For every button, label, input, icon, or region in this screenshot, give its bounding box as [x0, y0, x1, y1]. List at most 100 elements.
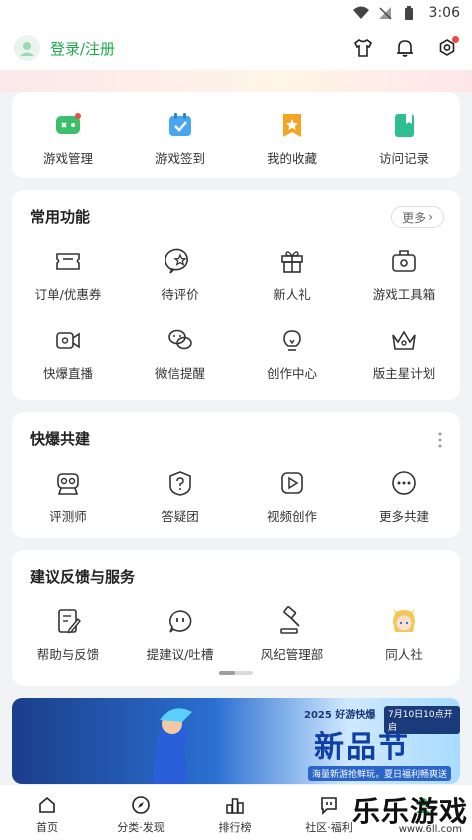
- promo-tag: 2025 好游快爆: [304, 710, 376, 721]
- nav-label: 社区·福利: [305, 821, 353, 834]
- nav-ranking[interactable]: 排行榜: [188, 785, 282, 840]
- function-creator-center[interactable]: 创作中心: [236, 325, 348, 382]
- bell-icon: [397, 40, 413, 57]
- header-banner-strip: [0, 70, 472, 92]
- quick-action-history[interactable]: 访问记录: [348, 110, 460, 167]
- function-label: 待评价: [161, 287, 199, 302]
- quick-action-label: 访问记录: [378, 151, 429, 166]
- rating-icon: [165, 248, 188, 274]
- quick-action-label: 游戏签到: [154, 151, 205, 166]
- cobuild-label: 评测师: [49, 509, 87, 524]
- quick-action-checkin[interactable]: 游戏签到: [124, 110, 236, 167]
- function-live-stream[interactable]: 快爆直播: [12, 325, 124, 382]
- chevron-right-icon: ›: [428, 210, 433, 224]
- promo-headline: 新品节: [314, 730, 410, 765]
- clock: 3:06: [428, 5, 460, 21]
- anime-avatar-icon: [393, 609, 415, 632]
- notification-button[interactable]: [394, 37, 416, 59]
- suggest-chat-icon: [169, 610, 192, 633]
- function-label: 微信提醒: [154, 366, 205, 381]
- crown-icon: [392, 330, 416, 350]
- quick-actions-card: 游戏管理 游戏签到 我的收藏 访问记录: [12, 92, 460, 178]
- gift-icon: [281, 251, 303, 273]
- function-wechat-reminder[interactable]: 微信提醒: [124, 325, 236, 382]
- wechat-icon: [168, 329, 192, 350]
- book-icon: [395, 114, 414, 137]
- function-label: 创作中心: [266, 366, 317, 381]
- login-register-link[interactable]: 登录/注册: [50, 38, 115, 59]
- settings-button[interactable]: [436, 36, 459, 59]
- nav-home[interactable]: 首页: [0, 785, 94, 840]
- function-label: 订单/优惠券: [34, 287, 102, 302]
- function-label: 快爆直播: [42, 366, 93, 381]
- function-pending-review[interactable]: 待评价: [124, 246, 236, 303]
- header: 登录/注册: [0, 26, 472, 70]
- more-dots-icon: [392, 471, 416, 495]
- reviewer-icon: [57, 473, 79, 495]
- cobuild-label: 答疑团: [161, 509, 199, 524]
- function-moderator-plan[interactable]: 版主星计划: [348, 325, 460, 382]
- live-camera-icon: [56, 332, 80, 349]
- cobuild-more[interactable]: 更多共建: [348, 468, 460, 525]
- feedback-discipline[interactable]: 风纪管理部: [236, 606, 348, 663]
- common-functions-card: 常用功能 更多 › 订单/优惠券 待评价 新人礼 游戏工具箱 快爆直播 微信提醒: [12, 190, 460, 400]
- promo-subline: 海量新游抢鲜玩，夏日福利畅爽送: [308, 766, 452, 781]
- nav-label: 分类·发现: [117, 821, 165, 834]
- toolbox-icon: [392, 250, 416, 272]
- community-icon: [321, 797, 337, 815]
- gamepad-icon: [56, 113, 81, 134]
- compass-icon: [132, 796, 150, 814]
- notification-badge: [452, 36, 459, 43]
- feedback-services-card: 建议反馈与服务 帮助与反馈 提建议/吐槽 风纪管理部 同人社: [12, 550, 460, 686]
- more-button[interactable]: 更多 ›: [391, 206, 444, 228]
- function-newbie-gift[interactable]: 新人礼: [236, 246, 348, 303]
- default-avatar-icon: [20, 42, 34, 56]
- page-indicator: [219, 671, 253, 675]
- quick-action-label: 我的收藏: [266, 151, 317, 166]
- quick-action-label: 游戏管理: [42, 151, 93, 166]
- tshirt-icon: [353, 39, 373, 57]
- coupon-icon: [56, 253, 80, 270]
- home-icon: [39, 796, 55, 813]
- signal-off-icon: [378, 7, 392, 20]
- feedback-fan-club[interactable]: 同人社: [348, 606, 460, 663]
- feedback-suggest[interactable]: 提建议/吐槽: [124, 606, 236, 663]
- feedback-label: 同人社: [385, 647, 423, 662]
- skin-button[interactable]: [352, 37, 374, 59]
- star-bookmark-icon: [283, 114, 301, 137]
- more-vertical-icon[interactable]: [438, 432, 442, 448]
- ranking-icon: [226, 798, 244, 814]
- nav-label: 排行榜: [218, 821, 252, 834]
- function-orders[interactable]: 订单/优惠券: [12, 246, 124, 303]
- gavel-icon: [280, 606, 300, 634]
- cobuild-label: 更多共建: [378, 509, 429, 524]
- nav-label: 首页: [36, 821, 58, 834]
- avatar[interactable]: [14, 35, 40, 61]
- quick-action-game-manage[interactable]: 游戏管理: [12, 110, 124, 167]
- battery-icon: [404, 6, 413, 20]
- function-label: 版主星计划: [372, 366, 436, 381]
- cobuild-reviewer[interactable]: 评测师: [12, 468, 124, 525]
- more-label: 更多: [402, 210, 427, 225]
- section-title: 常用功能: [30, 208, 91, 226]
- cobuild-video-creation[interactable]: 视频创作: [236, 468, 348, 525]
- section-title: 建议反馈与服务: [30, 568, 136, 586]
- quick-action-favorites[interactable]: 我的收藏: [236, 110, 348, 167]
- nav-discover[interactable]: 分类·发现: [94, 785, 188, 840]
- status-bar: 3:06: [0, 0, 472, 26]
- calendar-check-icon: [169, 113, 191, 136]
- watermark-url: www.6ll.com: [398, 824, 462, 835]
- cobuild-qa-team[interactable]: 答疑团: [124, 468, 236, 525]
- function-label: 游戏工具箱: [372, 287, 436, 302]
- section-title: 快爆共建: [30, 430, 91, 448]
- co-build-card: 快爆共建 评测师 答疑团 视频创作 更多共建: [12, 412, 460, 538]
- feedback-help[interactable]: 帮助与反馈: [12, 606, 124, 663]
- help-edit-icon: [58, 609, 81, 634]
- feedback-label: 风纪管理部: [260, 647, 324, 662]
- bulb-icon: [283, 330, 301, 351]
- function-game-toolbox[interactable]: 游戏工具箱: [348, 246, 460, 303]
- cobuild-label: 视频创作: [266, 509, 317, 524]
- feedback-label: 提建议/吐槽: [146, 647, 214, 662]
- promo-banner[interactable]: 2025 好游快爆 7月10日10点开启 新品节 海量新游抢鲜玩，夏日福利畅爽送: [12, 698, 460, 784]
- hero-character-image: [152, 708, 192, 784]
